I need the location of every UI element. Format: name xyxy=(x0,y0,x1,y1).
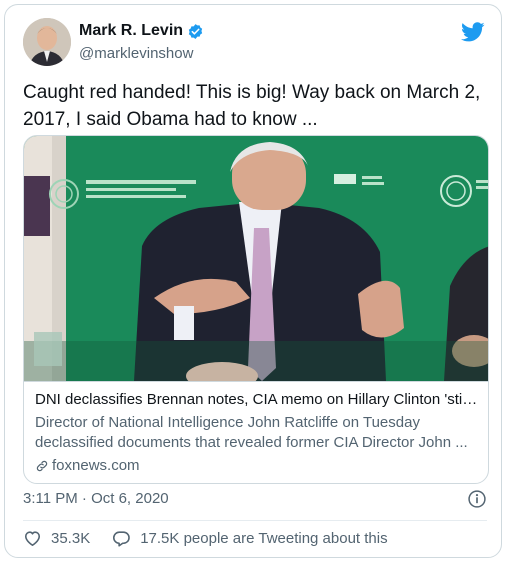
link-card-details[interactable]: DNI declassifies Brennan notes, CIA memo… xyxy=(24,381,488,483)
link-card-domain-row[interactable]: foxnews.com xyxy=(35,456,479,476)
speech-bubble-icon xyxy=(113,531,130,547)
avatar-photo xyxy=(23,18,71,66)
info-icon[interactable] xyxy=(467,489,487,509)
like-button[interactable]: 35.3K xyxy=(23,529,90,548)
tweet-timestamp[interactable]: 3:11 PM · Oct 6, 2020 xyxy=(23,490,169,507)
verified-badge-icon xyxy=(188,23,203,39)
tweet-card[interactable]: Mark R. Levin @marklevinshow Caught red … xyxy=(4,4,502,558)
conversation-button[interactable]: 17.5K people are Tweeting about this xyxy=(112,529,388,548)
link-card[interactable]: DNI declassifies Brennan notes, CIA memo… xyxy=(23,135,489,484)
conversation-count: 17.5K people are Tweeting about this xyxy=(140,530,388,547)
link-card-description: Director of National Intelligence John R… xyxy=(35,414,468,451)
link-icon xyxy=(36,460,48,472)
display-name[interactable]: Mark R. Levin xyxy=(79,22,183,40)
tweet-text: Caught red handed! This is big! Way back… xyxy=(23,82,481,130)
author-handle[interactable]: @marklevinshow xyxy=(79,45,193,62)
twitter-bird-icon[interactable] xyxy=(461,20,485,44)
link-card-image xyxy=(24,136,488,381)
avatar[interactable] xyxy=(23,18,71,66)
divider xyxy=(23,520,487,521)
heart-icon xyxy=(24,531,41,547)
author-name-row[interactable]: Mark R. Levin xyxy=(79,22,204,40)
link-card-domain[interactable]: foxnews.com xyxy=(52,456,140,476)
like-count: 35.3K xyxy=(51,530,91,547)
link-card-title[interactable]: DNI declassifies Brennan notes, CIA memo… xyxy=(35,390,479,410)
engagement-bar: 35.3K 17.5K people are Tweeting about th… xyxy=(23,529,410,548)
